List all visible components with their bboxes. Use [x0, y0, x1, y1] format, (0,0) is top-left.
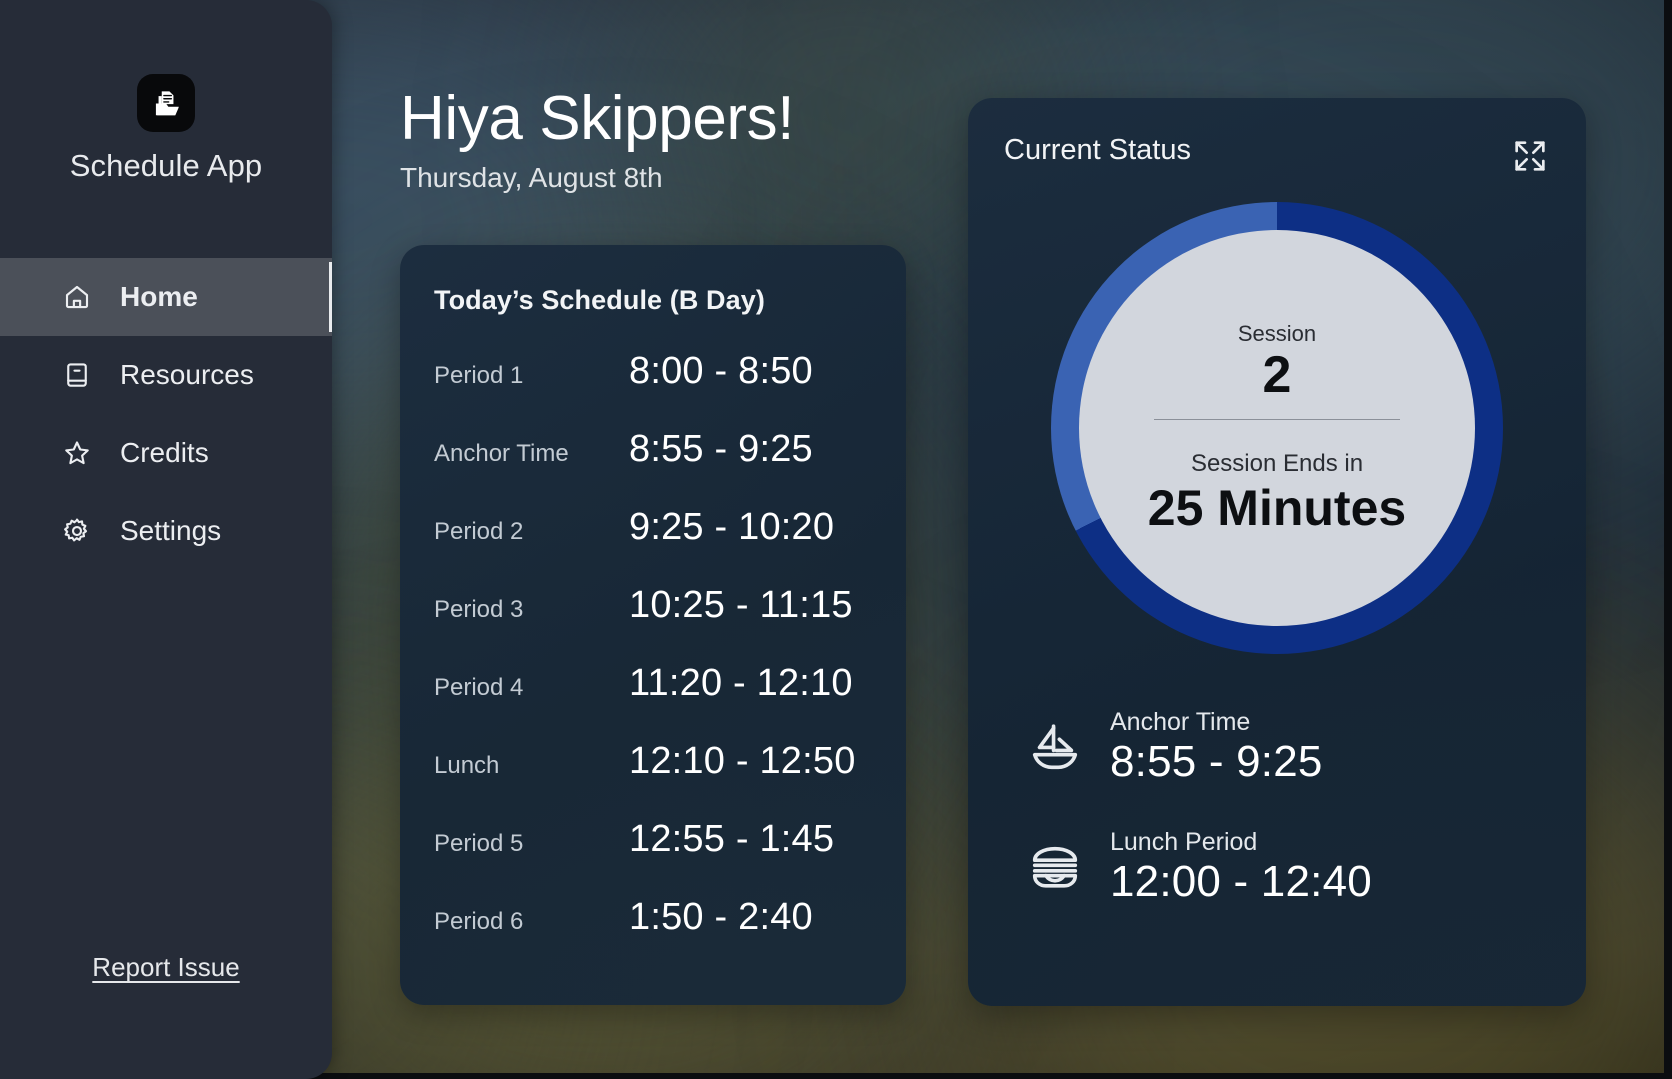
- main-content: Hiya Skippers! Thursday, August 8th Toda…: [332, 0, 1672, 1079]
- fact-label: Lunch Period: [1110, 828, 1258, 857]
- table-row: Anchor Time 8:55 - 9:25: [434, 428, 872, 506]
- session-dial-wrapper: Session 2 Session Ends in 25 Minutes: [1004, 202, 1550, 654]
- table-row: Period 5 12:55 - 1:45: [434, 818, 872, 896]
- burger-icon: [1026, 838, 1084, 896]
- divider: [1154, 419, 1400, 421]
- fact-value: 8:55 - 9:25: [1110, 737, 1323, 786]
- gear-icon: [62, 516, 92, 546]
- star-icon: [62, 438, 92, 468]
- home-icon: [62, 282, 92, 312]
- fact-text: Anchor Time 8:55 - 9:25: [1110, 708, 1323, 786]
- document-folder-icon: [137, 74, 195, 132]
- sidebar-item-home[interactable]: Home: [0, 258, 332, 336]
- table-row: Period 4 11:20 - 12:10: [434, 662, 872, 740]
- schedule-period-name: Period 2: [434, 518, 524, 545]
- schedule-card: Today’s Schedule (B Day) Period 1 8:00 -…: [400, 245, 906, 1005]
- report-issue-link[interactable]: Report Issue: [92, 952, 239, 983]
- brand: Schedule App: [0, 0, 332, 184]
- session-progress-dial: Session 2 Session Ends in 25 Minutes: [1051, 202, 1503, 654]
- sidebar: Schedule App Home Resources Credits Sett…: [0, 0, 332, 1079]
- sailboat-icon: [1026, 718, 1084, 776]
- status-card-title: Current Status: [1004, 134, 1191, 166]
- schedule-period-time: 8:00 - 8:50: [629, 350, 813, 392]
- sidebar-item-credits[interactable]: Credits: [0, 414, 332, 492]
- sidebar-item-settings[interactable]: Settings: [0, 492, 332, 570]
- schedule-period-time: 12:10 - 12:50: [629, 740, 856, 782]
- sidebar-item-label: Credits: [120, 437, 209, 468]
- schedule-period-name: Period 4: [434, 674, 524, 701]
- schedule-period-name: Period 1: [434, 362, 524, 389]
- session-ends-label: Session Ends in: [1190, 450, 1364, 478]
- sidebar-item-label: Resources: [120, 359, 254, 390]
- schedule-period-name: Anchor Time: [434, 440, 569, 467]
- table-row: Period 3 10:25 - 11:15: [434, 584, 872, 662]
- fact-value: 12:00 - 12:40: [1110, 857, 1372, 907]
- sidebar-footer: Report Issue: [0, 952, 332, 1079]
- schedule-period-time: 10:25 - 11:15: [629, 584, 853, 626]
- schedule-list: Period 1 8:00 - 8:50 Anchor Time 8:55 - …: [434, 350, 872, 974]
- app-name: Schedule App: [69, 148, 263, 183]
- schedule-period-name: Period 6: [434, 908, 524, 935]
- schedule-period-time: 8:55 - 9:25: [629, 428, 813, 470]
- sidebar-item-label: Home: [120, 281, 198, 312]
- fact-text: Lunch Period 12:00 - 12:40: [1110, 828, 1372, 906]
- book-icon: [62, 360, 92, 390]
- fact-label: Anchor Time: [1110, 708, 1251, 736]
- schedule-period-time: 11:20 - 12:10: [629, 662, 853, 704]
- schedule-period-name: Period 5: [434, 830, 524, 857]
- status-card-header: Current Status: [1004, 134, 1550, 176]
- sidebar-item-label: Settings: [120, 515, 222, 546]
- schedule-period-name: Period 3: [434, 596, 524, 623]
- table-row: Period 1 8:00 - 8:50: [434, 350, 872, 428]
- status-facts-list: Anchor Time 8:55 - 9:25 Lunch Period 12:…: [1004, 708, 1550, 907]
- session-ends-value: 25 Minutes: [1147, 480, 1407, 537]
- page-title: Hiya Skippers!: [400, 84, 795, 153]
- expand-fullscreen-icon[interactable]: [1510, 136, 1550, 176]
- session-dial-face: Session 2 Session Ends in 25 Minutes: [1079, 230, 1475, 626]
- greeting-block: Hiya Skippers! Thursday, August 8th: [400, 84, 795, 194]
- table-row: Period 6 1:50 - 2:40: [434, 896, 872, 974]
- table-row: Lunch 12:10 - 12:50: [434, 740, 872, 818]
- session-label: Session: [1237, 320, 1317, 346]
- table-row: Period 2 9:25 - 10:20: [434, 506, 872, 584]
- schedule-card-title: Today’s Schedule (B Day): [434, 285, 765, 315]
- session-number: 2: [1262, 345, 1292, 404]
- schedule-period-time: 9:25 - 10:20: [629, 506, 835, 548]
- schedule-period-time: 1:50 - 2:40: [629, 896, 813, 938]
- app-root: Schedule App Home Resources Credits Sett…: [0, 0, 1672, 1079]
- list-item: Lunch Period 12:00 - 12:40: [1026, 828, 1550, 906]
- schedule-period-time: 12:55 - 1:45: [629, 818, 835, 860]
- schedule-period-name: Lunch: [434, 752, 500, 779]
- current-date: Thursday, August 8th: [400, 161, 663, 193]
- current-status-card: Current Status Session 2 Session Ends in…: [968, 98, 1586, 1006]
- sidebar-nav: Home Resources Credits Settings: [0, 258, 332, 570]
- list-item: Anchor Time 8:55 - 9:25: [1026, 708, 1550, 786]
- sidebar-item-resources[interactable]: Resources: [0, 336, 332, 414]
